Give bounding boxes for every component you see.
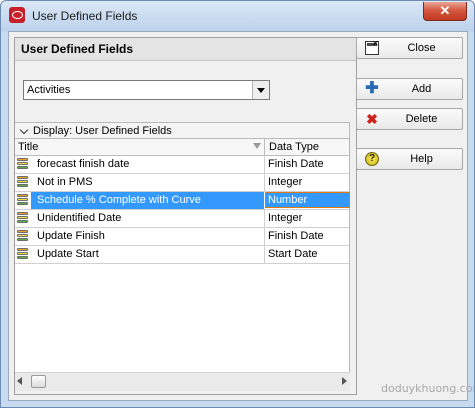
help-button[interactable]: ? Help [356, 148, 463, 170]
table-row[interactable]: Unidentified Date Integer [15, 210, 349, 228]
row-data-type: Number [268, 194, 308, 206]
close-button[interactable]: Close [356, 37, 463, 59]
cell-divider [264, 210, 265, 227]
cell-divider [264, 246, 265, 263]
row-data-type: Start Date [268, 248, 318, 260]
column-header-title[interactable]: Title [18, 141, 38, 153]
add-button-label: Add [411, 83, 432, 95]
row-data-type: Finish Date [268, 158, 324, 170]
dialog-window: User Defined Fields ✕ User Defined Field… [0, 0, 475, 408]
delete-button[interactable]: ✖ Delete [356, 108, 463, 130]
table-header: Title Data Type [15, 139, 349, 156]
close-button-label: Close [407, 42, 436, 54]
udf-row-icon [17, 230, 28, 242]
fields-table: Title Data Type forecast finish date Fin… [15, 139, 350, 372]
help-button-label: Help [410, 153, 433, 165]
oracle-app-icon [9, 7, 25, 23]
sort-indicator-icon [253, 143, 261, 149]
row-title: Update Start [37, 248, 99, 260]
row-data-type: Finish Date [268, 230, 324, 242]
window-close-button[interactable]: ✕ [423, 2, 467, 21]
udf-row-icon [17, 176, 28, 188]
scroll-left-icon[interactable] [17, 377, 22, 385]
row-title: Not in PMS [37, 176, 93, 188]
row-title: Unidentified Date [37, 212, 122, 224]
scroll-right-icon[interactable] [342, 377, 347, 385]
row-title: Schedule % Complete with Curve [37, 194, 201, 206]
subject-area-dropdown[interactable]: Activities [23, 80, 270, 100]
panel-header: User Defined Fields [15, 38, 356, 61]
table-row-selected[interactable]: Schedule % Complete with Curve Number [15, 192, 350, 210]
subject-area-value: Activities [27, 84, 71, 96]
cell-divider [264, 174, 265, 191]
display-options-bar[interactable]: Display: User Defined Fields [15, 122, 350, 139]
column-header-data-type[interactable]: Data Type [269, 141, 319, 153]
cell-divider [264, 156, 265, 173]
row-data-type: Integer [268, 176, 303, 188]
chevron-down-icon [19, 125, 29, 135]
cell-divider [264, 228, 265, 245]
add-button[interactable]: ✚ Add [356, 78, 463, 100]
column-divider[interactable] [264, 139, 265, 155]
display-label: Display: User Defined Fields [33, 125, 172, 137]
udf-row-icon [17, 248, 28, 260]
row-data-type: Integer [268, 212, 303, 224]
watermark-text: doduykhuong.com [381, 382, 475, 395]
window-title: User Defined Fields [32, 9, 138, 23]
fields-panel: User Defined Fields Activities Display: … [14, 37, 357, 395]
table-row[interactable]: Update Finish Finish Date [15, 228, 349, 246]
row-title: Update Finish [37, 230, 105, 242]
panel-title: User Defined Fields [21, 42, 134, 56]
row-title: forecast finish date [37, 158, 130, 170]
table-row[interactable]: Not in PMS Integer [15, 174, 349, 192]
scroll-thumb[interactable] [31, 375, 46, 388]
table-row[interactable]: forecast finish date Finish Date [15, 156, 349, 174]
chevron-down-icon[interactable] [252, 81, 269, 99]
title-bar: User Defined Fields ✕ [1, 1, 474, 31]
table-row[interactable]: Update Start Start Date [15, 246, 349, 264]
udf-row-icon [17, 212, 28, 224]
udf-row-icon [17, 158, 28, 170]
delete-button-label: Delete [405, 113, 438, 125]
dialog-client: User Defined Fields Activities Display: … [8, 31, 474, 401]
table-body: forecast finish date Finish Date Not in … [15, 156, 350, 264]
udf-row-icon [17, 194, 28, 206]
horizontal-scrollbar[interactable] [15, 372, 350, 391]
